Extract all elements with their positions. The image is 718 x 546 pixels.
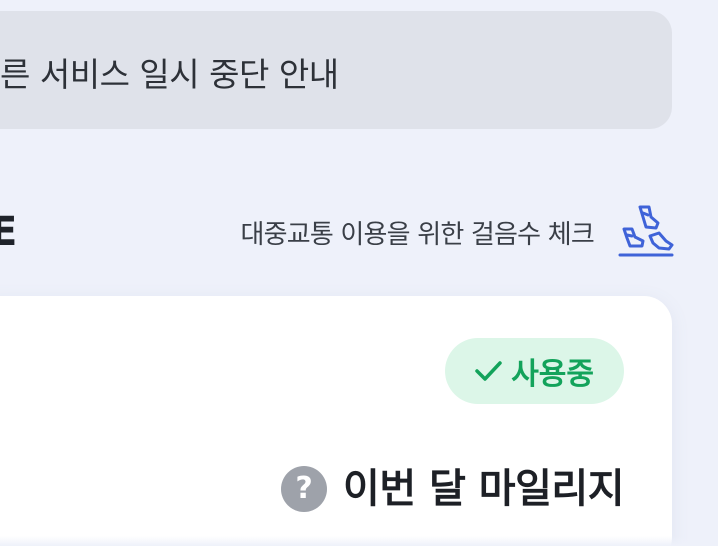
status-badge: 사용중 [445,338,624,404]
step-count-check-label: 대중교통 이용을 위한 걸음수 체크 [240,220,594,250]
section-title: E [0,212,18,252]
bottom-fade [0,536,718,546]
mileage-header: ? 이번 달 마일리지 [281,466,624,512]
step-count-check-link[interactable]: 대중교통 이용을 위한 걸음수 체크 [240,203,674,259]
status-badge-label: 사용중 [511,357,594,392]
service-notice-banner[interactable]: 른 서비스 일시 중단 안내 [0,11,672,129]
help-icon-glyph: ? [295,471,313,506]
page: 른 서비스 일시 중단 안내 E 대중교통 이용을 위한 걸음수 체크 사용중 … [0,0,718,546]
help-icon[interactable]: ? [281,466,328,512]
walking-shoes-icon [618,205,674,257]
mileage-card: 사용중 ? 이번 달 마일리지 [0,296,672,546]
notice-text: 른 서비스 일시 중단 안내 [0,55,339,94]
mileage-title: 이번 달 마일리지 [343,466,624,512]
check-icon [475,361,502,381]
